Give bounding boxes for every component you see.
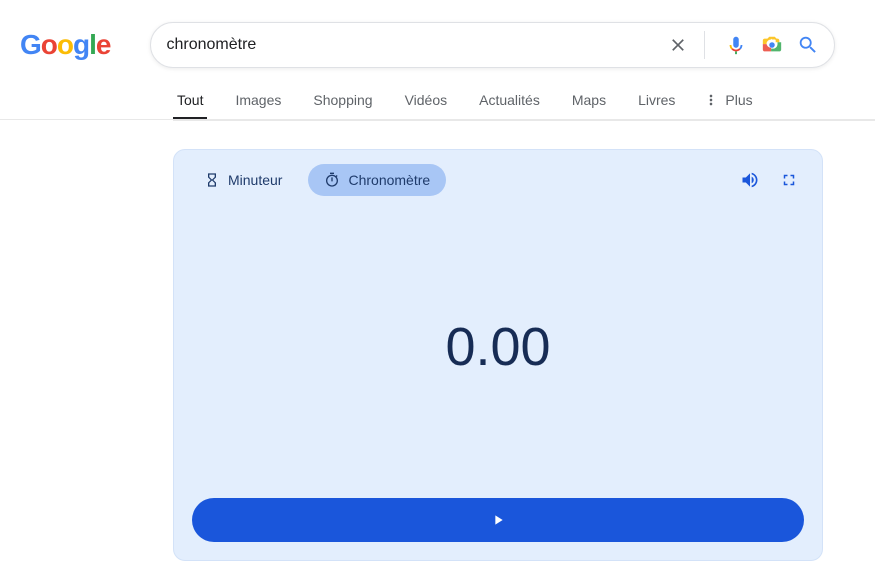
widget-tab-chronometre-label: Chronomètre: [348, 172, 430, 188]
hourglass-icon: [204, 172, 220, 188]
tab-more[interactable]: Plus: [703, 92, 752, 120]
widget-tab-minuteur[interactable]: Minuteur: [188, 164, 298, 196]
voice-search-icon[interactable]: [725, 34, 747, 56]
sound-icon[interactable]: [740, 170, 760, 190]
clear-icon[interactable]: [668, 35, 688, 55]
search-input[interactable]: [166, 36, 668, 54]
tab-actualites[interactable]: Actualités: [475, 92, 544, 120]
tab-shopping[interactable]: Shopping: [309, 92, 376, 120]
fullscreen-icon[interactable]: [780, 171, 798, 189]
google-logo[interactable]: Google: [20, 29, 110, 61]
play-icon: [490, 512, 506, 528]
play-button[interactable]: [192, 498, 804, 542]
tab-maps[interactable]: Maps: [568, 92, 610, 120]
divider: [704, 31, 705, 59]
tab-images[interactable]: Images: [231, 92, 285, 120]
tab-livres[interactable]: Livres: [634, 92, 679, 120]
stopwatch-widget: Minuteur Chronomètre 0.00: [173, 149, 823, 561]
timer-display: 0.00: [188, 196, 808, 498]
tab-more-label: Plus: [725, 92, 752, 108]
search-icon[interactable]: [797, 34, 819, 56]
stopwatch-icon: [324, 172, 340, 188]
widget-tab-chronometre[interactable]: Chronomètre: [308, 164, 446, 196]
tab-tout[interactable]: Tout: [173, 92, 207, 120]
more-icon: [703, 92, 719, 108]
image-search-icon[interactable]: [761, 34, 783, 56]
tab-videos[interactable]: Vidéos: [401, 92, 452, 120]
search-tabs: Tout Images Shopping Vidéos Actualités M…: [173, 92, 875, 121]
search-box: [150, 22, 835, 68]
widget-tab-minuteur-label: Minuteur: [228, 172, 282, 188]
